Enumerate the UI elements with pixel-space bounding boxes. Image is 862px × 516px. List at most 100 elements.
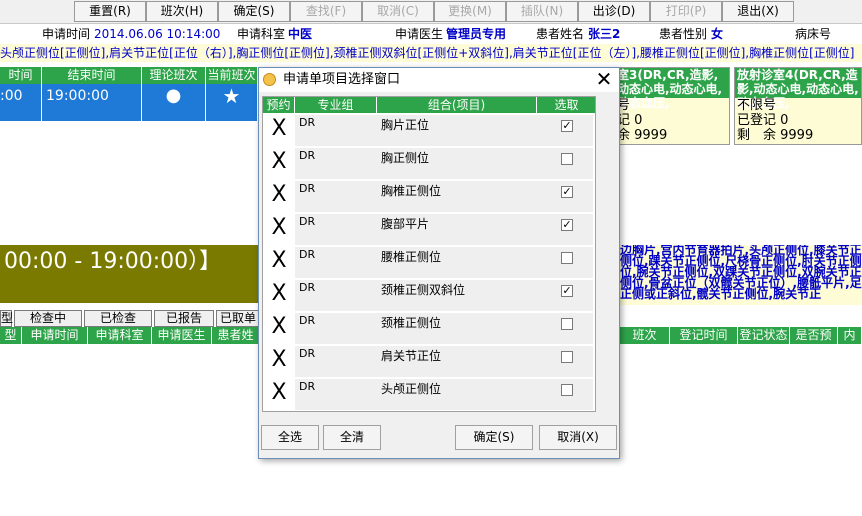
group-cell: DR [295, 214, 377, 245]
room-card-4[interactable]: 放射诊室4(DR,CR,造影,动态心电,动态心电,动态血压, 不限号 已登记 0… [734, 67, 862, 145]
select-checkbox[interactable] [561, 252, 573, 264]
select-cell [537, 346, 593, 377]
tab-in-exam[interactable]: 检查中 [14, 310, 82, 327]
schedule-end-cell[interactable]: 19:00:00 [42, 84, 142, 121]
reserve-x-icon[interactable]: X [263, 279, 295, 312]
col-type: 型 [0, 327, 22, 344]
reserve-x-icon[interactable]: X [263, 180, 295, 213]
item-name-cell: 肩关节正位 [377, 346, 537, 377]
select-checkbox[interactable]: ✓ [561, 285, 573, 297]
find-button[interactable]: 查找(F) [290, 1, 362, 22]
reserve-x-icon[interactable]: X [263, 312, 295, 345]
tab-collected[interactable]: 已取单 [216, 310, 260, 327]
list-item[interactable]: X DR 肩关节正位 [263, 345, 595, 378]
request-info-bar: 申请时间 2014.06.06 10:14:00 申请科室 中医 申请医生 管理… [0, 24, 862, 44]
print-button[interactable]: 打印(P) [650, 1, 722, 22]
exit-button[interactable]: 退出(X) [722, 1, 794, 22]
list-item[interactable]: X DR 颈椎正侧双斜位 ✓ [263, 279, 595, 312]
select-checkbox[interactable] [561, 318, 573, 330]
theory-shift-icon[interactable]: ● [142, 84, 206, 121]
select-checkbox[interactable] [561, 351, 573, 363]
select-checkbox[interactable]: ✓ [561, 186, 573, 198]
col-patient-name: 患者姓名 [212, 327, 260, 359]
select-cell [537, 148, 593, 179]
select-cell [537, 379, 593, 410]
list-item[interactable]: X DR 胸椎正侧位 ✓ [263, 180, 595, 213]
room-3-remaining: 余 9999 [617, 128, 668, 143]
room-4-registered: 已登记 0 [737, 113, 789, 128]
item-name-cell: 颈椎正侧位 [377, 313, 537, 344]
item-name-cell: 腰椎正侧位 [377, 247, 537, 278]
room-4-remaining: 剩 余 9999 [737, 128, 814, 143]
clear-all-button[interactable]: 全清 [323, 425, 381, 450]
group-cell: DR [295, 181, 377, 212]
schedule-header-start: 时间 [0, 67, 42, 84]
visit-button[interactable]: 出诊(D) [578, 1, 650, 22]
dept-value: 中医 [288, 27, 313, 41]
item-name-cell: 胸椎正侧位 [377, 181, 537, 212]
group-cell: DR [295, 379, 377, 410]
col-request-dept: 申请科室 [88, 327, 152, 344]
schedule-start-cell[interactable]: :00 [0, 84, 42, 121]
reserve-x-icon[interactable]: X [263, 114, 295, 147]
select-checkbox[interactable]: ✓ [561, 219, 573, 231]
select-cell: ✓ [537, 280, 593, 311]
select-checkbox[interactable]: ✓ [561, 120, 573, 132]
item-name-cell: 胸片正位 [377, 115, 537, 146]
change-button[interactable]: 更换(M) [434, 1, 506, 22]
dialog-cancel-button[interactable]: 取消(X) [539, 425, 617, 450]
select-cell [537, 313, 593, 344]
reset-button[interactable]: 重置(R) [74, 1, 146, 22]
schedule-header-current: 当前班次 [206, 67, 258, 84]
item-name-cell: 头颅正侧位 [377, 379, 537, 410]
app-icon [263, 73, 276, 86]
toolbar: 重置(R) 班次(H) 确定(S) 查找(F) 取消(C) 更换(M) 插队(N… [0, 0, 862, 24]
dialog-titlebar[interactable]: 申请单项目选择窗口 [259, 68, 619, 92]
dialog-ok-button[interactable]: 确定(S) [455, 425, 533, 450]
room-4-title: 放射诊室4(DR,CR,造影,动态心电,动态心电,动态血压, [735, 68, 861, 110]
patient-label: 患者姓名 [536, 27, 585, 41]
list-item[interactable]: X DR 腹部平片 ✓ [263, 213, 595, 246]
select-checkbox[interactable] [561, 153, 573, 165]
group-cell: DR [295, 313, 377, 344]
reserve-x-icon[interactable]: X [263, 213, 295, 246]
tab-reported[interactable]: 已报告 [154, 310, 214, 327]
dept-label: 申请科室 [237, 27, 286, 41]
select-cell: ✓ [537, 214, 593, 245]
group-cell: DR [295, 280, 377, 311]
list-item[interactable]: X DR 腰椎正侧位 [263, 246, 595, 279]
select-cell: ✓ [537, 115, 593, 146]
reserve-x-icon[interactable]: X [263, 378, 295, 411]
current-shift-star-icon[interactable]: ★ [206, 84, 258, 121]
select-checkbox[interactable] [561, 384, 573, 396]
list-item[interactable]: X DR 头颅正侧位 [263, 378, 595, 411]
col-register-time: 登记时间 [670, 327, 738, 344]
gender-label: 患者性别 [659, 27, 708, 41]
room-4-limit: 不限号 [737, 98, 777, 113]
reserve-x-icon[interactable]: X [263, 246, 295, 279]
list-item[interactable]: X DR 胸片正位 ✓ [263, 114, 595, 147]
reserve-x-icon[interactable]: X [263, 147, 295, 180]
room-card-3[interactable]: 室3(DR,CR,造影,动态心电,动态心电,动态血压, 号 记 0 余 9999 [614, 67, 730, 145]
grid-header-select: 选取 [537, 97, 595, 113]
col-shift: 班次 [620, 327, 670, 344]
request-time-value: 2014.06.06 10:14:00 [94, 27, 221, 41]
close-icon[interactable]: ✕ [589, 68, 619, 92]
item-name-cell: 颈椎正侧双斜位 [377, 280, 537, 311]
grid-header-reserve: 预约 [263, 97, 295, 113]
list-item[interactable]: X DR 胸正侧位 [263, 147, 595, 180]
list-item[interactable]: X DR 颈椎正侧位 [263, 312, 595, 345]
select-all-button[interactable]: 全选 [261, 425, 319, 450]
queue-jump-button[interactable]: 插队(N) [506, 1, 578, 22]
tab-type[interactable]: 型 [0, 310, 13, 327]
tab-examined[interactable]: 已检查 [84, 310, 152, 327]
room-3-title: 室3(DR,CR,造影,动态心电,动态心电,动态血压, [615, 68, 729, 110]
shift-button[interactable]: 班次(H) [146, 1, 218, 22]
confirm-button[interactable]: 确定(S) [218, 1, 290, 22]
group-cell: DR [295, 148, 377, 179]
reserve-x-icon[interactable]: X [263, 345, 295, 378]
room-exam-note: 边胸片,宫内节育器拍片,头颅正侧位,膝关节正侧位,踝关节正侧位,尺桡骨正侧位,肘… [620, 245, 862, 305]
room-3-registered: 记 0 [617, 113, 643, 128]
doctor-value: 管理员专用 [446, 27, 507, 41]
cancel-button[interactable]: 取消(C) [362, 1, 434, 22]
